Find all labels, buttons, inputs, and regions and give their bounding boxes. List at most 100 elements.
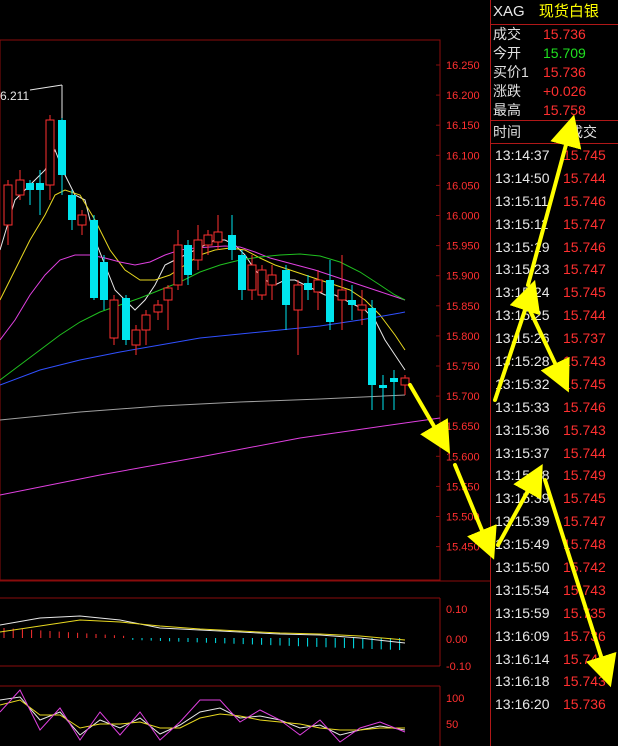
tick-time: 13:15:25 [495, 307, 550, 324]
tick-row[interactable]: 13:15:23 15.747 [491, 258, 618, 281]
quote-row: 涨跌 +0.026 [491, 82, 618, 101]
tick-price: 15.747 [563, 513, 606, 530]
tick-price: 15.742 [563, 559, 606, 576]
tick-row[interactable]: 13:15:24 15.745 [491, 281, 618, 304]
candle-body [267, 274, 277, 286]
tick-price: 15.743 [563, 673, 606, 690]
tick-price: 15.745 [563, 284, 606, 301]
tick-price: 15.747 [563, 215, 606, 232]
tick-time: 13:15:24 [495, 284, 550, 301]
tick-row[interactable]: 13:16:20 15.736 [491, 693, 618, 716]
candle-body [90, 220, 98, 298]
tick-price: 15.743 [563, 581, 606, 598]
tick-row[interactable]: 13:15:39 15.747 [491, 510, 618, 533]
kdj-tick-100: 100 [446, 693, 464, 705]
candle-body [45, 119, 55, 186]
candle-body [326, 280, 334, 322]
quote-panel: XAG 现货白银 成交 15.736 今开 15.709 买价1 15.736 涨跌 +0.0… [490, 0, 618, 746]
tick-row[interactable]: 13:15:36 15.743 [491, 419, 618, 442]
price-axis: 16.250 16.200 16.150 16.100 16.050 16.000 15.9… [446, 60, 480, 554]
main-chart-frame [0, 39, 490, 746]
tick-row[interactable]: 13:15:19 15.746 [491, 236, 618, 259]
quote-label: 买价1 [493, 64, 529, 80]
tick-time: 13:15:33 [495, 398, 550, 415]
tick-time: 13:15:23 [495, 261, 550, 278]
price-tick-label: 15.800 [446, 331, 480, 343]
tick-row[interactable]: 13:15:38 15.749 [491, 464, 618, 487]
tick-row[interactable]: 13:15:59 15.735 [491, 602, 618, 625]
quote-value: 15.736 [543, 26, 586, 42]
tick-time: 13:15:38 [495, 467, 550, 484]
tick-row[interactable]: 13:15:28 15.743 [491, 350, 618, 373]
tick-row[interactable]: 13:16:09 15.736 [491, 625, 618, 648]
ticks-time-header: 时间 [493, 124, 521, 140]
tick-row[interactable]: 13:16:14 15.741 [491, 648, 618, 671]
price-gridlines [436, 64, 440, 548]
price-tick-label: 15.450 [446, 542, 480, 554]
ma-blue [0, 311, 406, 386]
tick-row[interactable]: 13:15:26 15.737 [491, 327, 618, 350]
tick-time: 13:15:54 [495, 581, 550, 598]
quote-value: 15.758 [543, 102, 586, 118]
macd-tick-low: -0.10 [446, 661, 471, 673]
price-tick-label: 16.100 [446, 150, 480, 162]
tick-price: 15.737 [563, 330, 606, 347]
tick-time: 13:15:11 [495, 215, 549, 232]
candlesticks [3, 90, 410, 410]
tick-time: 13:15:59 [495, 604, 550, 621]
tick-time: 13:14:50 [495, 169, 550, 186]
tick-row[interactable]: 13:14:50 15.744 [491, 167, 618, 190]
candle-body [282, 270, 290, 305]
price-tick-label: 15.650 [446, 421, 480, 433]
tick-row[interactable]: 13:15:25 15.744 [491, 304, 618, 327]
high-marker: 6.211 [0, 84, 63, 118]
tick-time: 13:14:37 [495, 147, 550, 163]
tick-row[interactable]: 13:15:49 15.748 [491, 533, 618, 556]
candle-body [247, 264, 257, 291]
candle-body [293, 284, 303, 311]
tick-price: 15.744 [563, 444, 606, 461]
tick-price: 15.745 [563, 147, 606, 163]
tick-time: 13:15:50 [495, 559, 550, 576]
tick-time: 13:15:37 [495, 444, 550, 461]
ma-long-magenta [0, 417, 441, 496]
price-tick-label: 15.600 [446, 451, 480, 463]
candle-body [163, 287, 173, 301]
tick-time: 13:16:14 [495, 650, 550, 667]
quote-row: 成交 15.736 [491, 25, 618, 44]
tick-row[interactable]: 13:15:11 15.747 [491, 213, 618, 236]
tick-time: 13:15:28 [495, 353, 550, 370]
tick-row[interactable]: 13:16:18 15.743 [491, 670, 618, 693]
candle-body [313, 279, 323, 293]
tick-row[interactable]: 13:15:32 15.745 [491, 373, 618, 396]
tick-row[interactable]: 13:15:33 15.746 [491, 396, 618, 419]
tick-price: 15.743 [563, 421, 606, 438]
macd-tick-zero: 0.00 [446, 634, 467, 646]
tick-row[interactable]: 13:15:39 15.745 [491, 487, 618, 510]
tick-row[interactable]: 13:15:50 15.742 [491, 556, 618, 579]
macd-tick-high: 0.10 [446, 604, 467, 616]
tick-price: 15.745 [563, 375, 606, 392]
candle-body [213, 231, 223, 243]
kdj-panel: 100 50 [0, 689, 464, 743]
quote-label: 今开 [493, 45, 521, 61]
macd-panel: 0.10 0.00 -0.10 [0, 604, 471, 673]
symbol-header: XAG 现货白银 [491, 0, 618, 24]
tick-price: 15.745 [563, 490, 606, 507]
price-chart[interactable]: 16.250 16.200 16.150 16.100 16.050 16.000 15.9… [0, 0, 490, 746]
tick-row[interactable]: 13:15:11 15.746 [491, 190, 618, 213]
tick-list[interactable]: 13:14:37 15.745 13:14:50 15.744 13:15:11 15.7… [491, 144, 618, 716]
tick-price: 15.743 [563, 353, 606, 370]
candle-body [368, 308, 376, 385]
tick-price: 15.736 [563, 627, 606, 644]
price-tick-label: 16.150 [446, 120, 480, 132]
ticks-header: 时间 成交 [491, 121, 618, 143]
quote-value: 15.709 [543, 45, 586, 61]
quote-value: 15.736 [543, 64, 586, 80]
tick-row[interactable]: 13:15:37 15.744 [491, 442, 618, 465]
candle-body [15, 179, 25, 196]
tick-time: 13:15:32 [495, 375, 550, 392]
tick-row[interactable]: 13:15:54 15.743 [491, 579, 618, 602]
tick-row[interactable]: 13:14:37 15.745 [491, 144, 618, 167]
quote-row: 今开 15.709 [491, 44, 618, 63]
